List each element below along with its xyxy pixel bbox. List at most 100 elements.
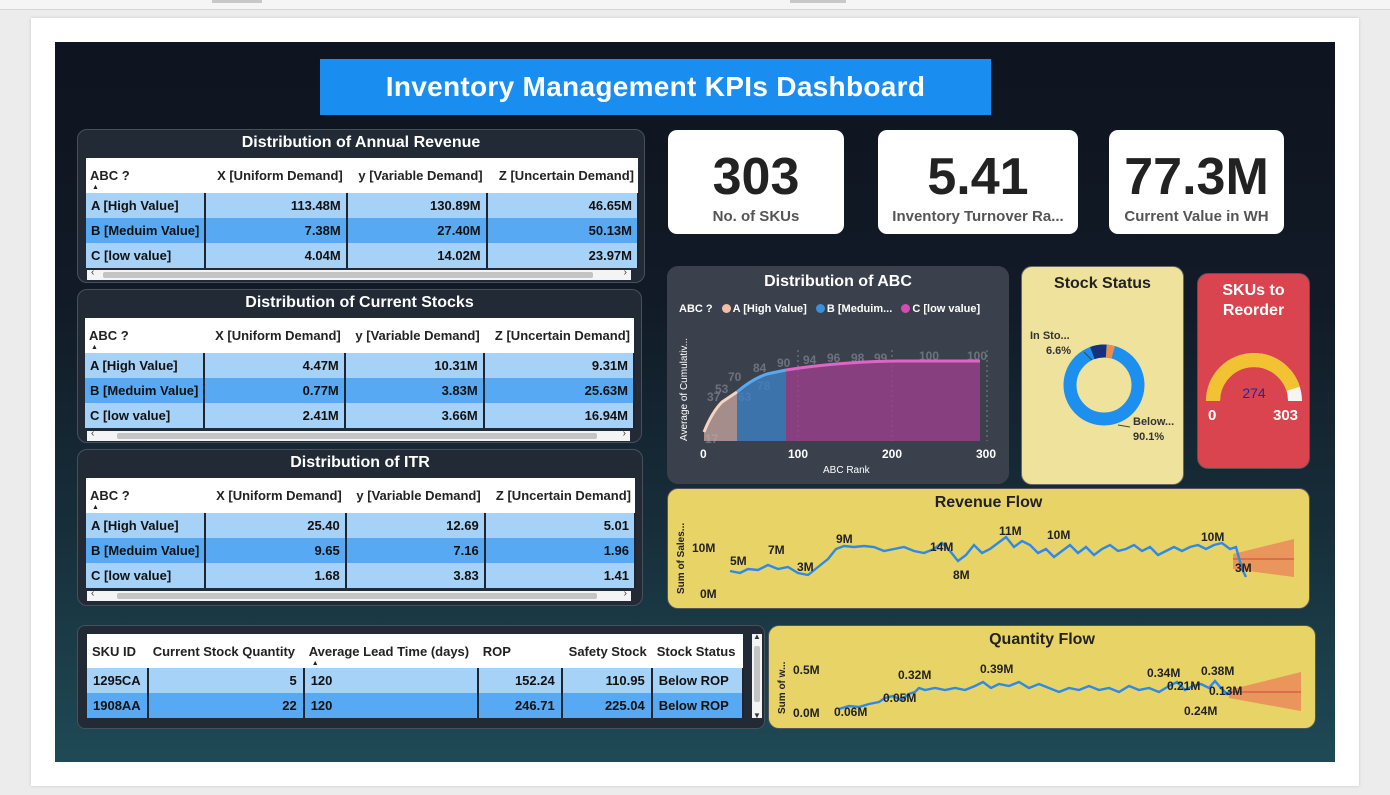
table-row[interactable]: 1908AA 22 120 246.71 225.04 Below ROP (87, 693, 744, 718)
column-header[interactable]: ABC ? ▲ (86, 478, 206, 513)
column-header[interactable]: X [Uniform Demand] (204, 318, 345, 353)
table-row[interactable]: 1295CA 5 120 152.24 110.95 Below ROP (87, 668, 744, 693)
row-header: B [Meduim Value] (85, 378, 206, 403)
row-header: C [low value] (86, 563, 207, 588)
row-header: C [low value] (86, 243, 207, 268)
table-row[interactable]: B [Meduim Value] 7.38M 27.40M 50.13M (86, 218, 640, 243)
table-cell: 2.41M (204, 403, 346, 428)
scroll-left-icon[interactable]: ‹ (91, 267, 94, 278)
stock-status-chart[interactable]: Stock Status In Sto... 6.6% Below... 90.… (1021, 266, 1184, 485)
tab-indicator (212, 0, 262, 3)
scroll-right-icon[interactable]: › (623, 428, 626, 439)
row-header: B [Meduim Value] (86, 218, 207, 243)
column-header[interactable]: Safety Stock (561, 634, 652, 668)
table-cell: 0.77M (204, 378, 346, 403)
table-cell: 5 (147, 668, 305, 693)
data-label: 14M (930, 540, 953, 554)
gauge-svg: 274 0 303 (1206, 353, 1302, 424)
scrollbar-thumb[interactable] (117, 593, 597, 599)
horizontal-scrollbar[interactable]: ‹ › (87, 267, 631, 280)
table-cell: 22 (147, 693, 305, 718)
matrix-table[interactable]: ABC ? ▲ X [Uniform Demand] y [Variable De… (85, 318, 636, 428)
sort-arrow-icon[interactable]: ▲ (92, 184, 99, 191)
window-top-bar (0, 0, 1390, 10)
scroll-left-icon[interactable]: ‹ (91, 428, 94, 439)
y-tick: 0.0M (793, 706, 820, 720)
sort-arrow-icon[interactable]: ▲ (312, 660, 319, 667)
quantity-flow-chart[interactable]: Quantity Flow Sum of w... 0.5M 0.0M 0.06… (768, 625, 1316, 729)
sort-arrow-icon[interactable]: ▲ (91, 344, 98, 351)
sku-table[interactable]: SKU ID Current Stock Quantity Average Le… (87, 634, 744, 718)
scroll-up-icon[interactable]: ▲ (753, 632, 761, 641)
column-header[interactable]: SKU ID (87, 634, 148, 668)
data-label: 5M (730, 554, 747, 568)
table-row[interactable]: A [High Value] 25.40 12.69 5.01 (86, 513, 637, 538)
scrollbar-thumb[interactable] (754, 646, 760, 702)
row-header: B [Meduim Value] (86, 538, 207, 563)
sku-detail-table[interactable]: SKU ID Current Stock Quantity Average Le… (77, 625, 765, 729)
x-tick: 0 (700, 447, 707, 461)
matrix-table[interactable]: ABC ? ▲ X [Uniform Demand] y [Variable De… (86, 158, 640, 268)
table-cell: Below ROP (651, 668, 744, 693)
itr-matrix[interactable]: Distribution of ITR ABC ? ▲ X [Uniform De… (77, 449, 643, 606)
row-header: C [low value] (85, 403, 206, 428)
scrollbar-thumb[interactable] (103, 272, 593, 278)
skus-to-reorder-gauge[interactable]: SKUs to Reorder 274 0 303 (1197, 273, 1310, 469)
column-header[interactable]: ROP (477, 634, 562, 668)
data-label: 0.32M (898, 668, 931, 682)
column-header[interactable]: y [Variable Demand] (346, 158, 487, 193)
column-header[interactable]: Z [Uncertain Demand] (484, 478, 635, 513)
annual-revenue-matrix[interactable]: Distribution of Annual Revenue ABC ? ▲ X … (77, 129, 645, 283)
scroll-down-icon[interactable]: ▼ (753, 711, 761, 720)
scrollbar-thumb[interactable] (117, 433, 597, 439)
scroll-right-icon[interactable]: › (624, 267, 627, 278)
scroll-left-icon[interactable]: ‹ (91, 588, 94, 599)
y-axis-label: Sum of w... (777, 661, 788, 714)
abc-distribution-chart[interactable]: Distribution of ABC ABC ? A [High Value]… (667, 266, 1009, 484)
horizontal-scrollbar[interactable]: ‹ › (87, 588, 631, 601)
data-label: 0.13M (1209, 684, 1242, 698)
kpi-card-skus[interactable]: 303 No. of SKUs (668, 130, 844, 234)
sort-arrow-icon[interactable]: ▲ (92, 504, 99, 511)
column-header[interactable]: y [Variable Demand] (344, 318, 484, 353)
table-cell: 113.48M (205, 193, 348, 218)
table-cell: 7.16 (345, 538, 486, 563)
column-header[interactable]: Average Lead Time (days) ▲ (303, 634, 478, 668)
table-row[interactable]: A [High Value] 113.48M 130.89M 46.65M (86, 193, 640, 218)
column-header[interactable]: X [Uniform Demand] (205, 478, 346, 513)
svg-text:53: 53 (715, 382, 729, 396)
table-row[interactable]: B [Meduim Value] 9.65 7.16 1.96 (86, 538, 637, 563)
column-header[interactable]: Stock Status (651, 634, 743, 668)
table-cell: 46.65M (486, 193, 640, 218)
data-label: 0.24M (1184, 704, 1217, 718)
table-cell: 9.65 (205, 538, 347, 563)
table-row[interactable]: C [low value] 4.04M 14.02M 23.97M (86, 243, 640, 268)
column-header[interactable]: Z [Uncertain Demand] (483, 318, 634, 353)
current-stocks-matrix[interactable]: Distribution of Current Stocks ABC ? ▲ X … (77, 289, 642, 443)
vertical-scrollbar[interactable]: ▲ ▼ (752, 632, 762, 720)
table-cell: 27.40M (346, 218, 488, 243)
kpi-card-current-value[interactable]: 77.3M Current Value in WH (1109, 130, 1284, 234)
table-cell: 4.47M (204, 353, 346, 378)
column-header[interactable]: Current Stock Quantity (147, 634, 304, 668)
table-row[interactable]: C [low value] 1.68 3.83 1.41 (86, 563, 637, 588)
revenue-flow-chart[interactable]: Revenue Flow Sum of Sales... 10M 0M 5M 7… (667, 488, 1310, 609)
horizontal-scrollbar[interactable]: ‹ › (87, 428, 630, 441)
scroll-right-icon[interactable]: › (624, 588, 627, 599)
matrix-title: Distribution of Current Stocks (245, 294, 474, 311)
table-row[interactable]: C [low value] 2.41M 3.66M 16.94M (85, 403, 636, 428)
data-label: 3M (797, 560, 814, 574)
table-cell: 1908AA (87, 693, 149, 718)
table-cell: 25.63M (483, 378, 636, 403)
column-header[interactable]: Z [Uncertain Demand] (486, 158, 638, 193)
column-header[interactable]: y [Variable Demand] (345, 478, 485, 513)
matrix-table[interactable]: ABC ? ▲ X [Uniform Demand] y [Variable De… (86, 478, 637, 588)
kpi-card-turnover[interactable]: 5.41 Inventory Turnover Ra... (878, 130, 1078, 234)
data-label: 0.06M (834, 705, 867, 719)
column-header[interactable]: X [Uniform Demand] (205, 158, 347, 193)
column-header[interactable]: ABC ? ▲ (85, 318, 205, 353)
column-header[interactable]: ABC ? ▲ (86, 158, 206, 193)
table-cell: 7.38M (205, 218, 348, 243)
table-row[interactable]: B [Meduim Value] 0.77M 3.83M 25.63M (85, 378, 636, 403)
table-row[interactable]: A [High Value] 4.47M 10.31M 9.31M (85, 353, 636, 378)
